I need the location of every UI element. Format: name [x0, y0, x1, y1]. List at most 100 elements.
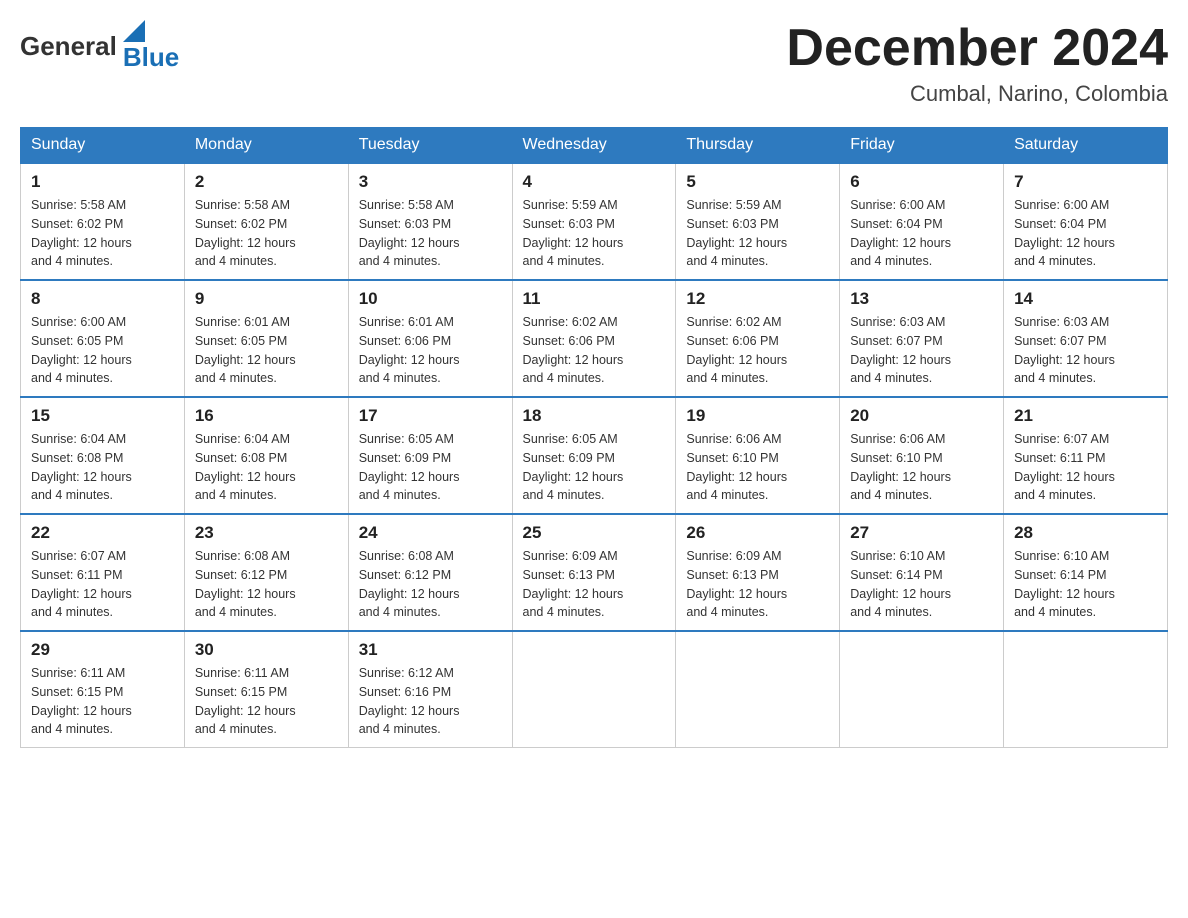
day-number: 22 [31, 523, 174, 543]
calendar-day-cell: 9Sunrise: 6:01 AMSunset: 6:05 PMDaylight… [184, 280, 348, 397]
day-info: Sunrise: 6:00 AMSunset: 6:04 PMDaylight:… [1014, 196, 1157, 271]
day-of-week-header: Thursday [676, 128, 840, 164]
day-number: 4 [523, 172, 666, 192]
day-info: Sunrise: 6:04 AMSunset: 6:08 PMDaylight:… [31, 430, 174, 505]
day-info: Sunrise: 5:59 AMSunset: 6:03 PMDaylight:… [686, 196, 829, 271]
day-number: 18 [523, 406, 666, 426]
calendar-table: SundayMondayTuesdayWednesdayThursdayFrid… [20, 127, 1168, 748]
calendar-day-cell: 4 Sunrise: 5:59 AMSunset: 6:03 PMDaylight… [512, 163, 676, 280]
day-number: 25 [523, 523, 666, 543]
day-number: 17 [359, 406, 502, 426]
day-info: Sunrise: 6:06 AMSunset: 6:10 PMDaylight:… [850, 430, 993, 505]
day-of-week-header: Friday [840, 128, 1004, 164]
day-info: Sunrise: 6:02 AMSunset: 6:06 PMDaylight:… [523, 313, 666, 388]
day-of-week-header: Wednesday [512, 128, 676, 164]
logo-blue-text: Blue [123, 42, 179, 73]
page-header: General Blue December 2024 Cumbal, Narin… [20, 20, 1168, 107]
calendar-day-cell [1004, 631, 1168, 748]
calendar-day-cell: 23Sunrise: 6:08 AMSunset: 6:12 PMDayligh… [184, 514, 348, 631]
day-number: 11 [523, 289, 666, 309]
day-of-week-header: Saturday [1004, 128, 1168, 164]
day-info: Sunrise: 6:01 AMSunset: 6:06 PMDaylight:… [359, 313, 502, 388]
day-number: 2 [195, 172, 338, 192]
day-number: 5 [686, 172, 829, 192]
calendar-day-cell: 15 Sunrise: 6:04 AMSunset: 6:08 PMDayligh… [21, 397, 185, 514]
calendar-header-row: SundayMondayTuesdayWednesdayThursdayFrid… [21, 128, 1168, 164]
day-info: Sunrise: 6:00 AMSunset: 6:05 PMDaylight:… [31, 313, 174, 388]
calendar-day-cell: 8 Sunrise: 6:00 AMSunset: 6:05 PMDaylight… [21, 280, 185, 397]
calendar-day-cell: 14 Sunrise: 6:03 AMSunset: 6:07 PMDayligh… [1004, 280, 1168, 397]
calendar-day-cell: 7 Sunrise: 6:00 AMSunset: 6:04 PMDaylight… [1004, 163, 1168, 280]
calendar-day-cell [512, 631, 676, 748]
day-number: 1 [31, 172, 174, 192]
day-number: 12 [686, 289, 829, 309]
day-number: 7 [1014, 172, 1157, 192]
calendar-day-cell [840, 631, 1004, 748]
day-info: Sunrise: 6:03 AMSunset: 6:07 PMDaylight:… [1014, 313, 1157, 388]
day-number: 14 [1014, 289, 1157, 309]
day-number: 15 [31, 406, 174, 426]
day-info: Sunrise: 6:10 AMSunset: 6:14 PMDaylight:… [850, 547, 993, 622]
calendar-day-cell: 1 Sunrise: 5:58 AMSunset: 6:02 PMDaylight… [21, 163, 185, 280]
day-info: Sunrise: 5:58 AMSunset: 6:02 PMDaylight:… [31, 196, 174, 271]
calendar-week-row: 22 Sunrise: 6:07 AMSunset: 6:11 PMDayligh… [21, 514, 1168, 631]
calendar-day-cell: 6Sunrise: 6:00 AMSunset: 6:04 PMDaylight… [840, 163, 1004, 280]
calendar-day-cell: 31 Sunrise: 6:12 AMSunset: 6:16 PMDayligh… [348, 631, 512, 748]
day-number: 28 [1014, 523, 1157, 543]
day-number: 27 [850, 523, 993, 543]
day-info: Sunrise: 6:09 AMSunset: 6:13 PMDaylight:… [686, 547, 829, 622]
calendar-week-row: 1 Sunrise: 5:58 AMSunset: 6:02 PMDaylight… [21, 163, 1168, 280]
calendar-day-cell: 16Sunrise: 6:04 AMSunset: 6:08 PMDayligh… [184, 397, 348, 514]
month-title: December 2024 [786, 20, 1168, 77]
calendar-day-cell: 13Sunrise: 6:03 AMSunset: 6:07 PMDayligh… [840, 280, 1004, 397]
day-info: Sunrise: 6:05 AMSunset: 6:09 PMDaylight:… [523, 430, 666, 505]
day-number: 19 [686, 406, 829, 426]
calendar-day-cell: 2Sunrise: 5:58 AMSunset: 6:02 PMDaylight… [184, 163, 348, 280]
day-info: Sunrise: 6:01 AMSunset: 6:05 PMDaylight:… [195, 313, 338, 388]
day-info: Sunrise: 6:12 AMSunset: 6:16 PMDaylight:… [359, 664, 502, 739]
day-of-week-header: Sunday [21, 128, 185, 164]
day-info: Sunrise: 5:59 AMSunset: 6:03 PMDaylight:… [523, 196, 666, 271]
title-area: December 2024 Cumbal, Narino, Colombia [786, 20, 1168, 107]
day-info: Sunrise: 6:06 AMSunset: 6:10 PMDaylight:… [686, 430, 829, 505]
day-info: Sunrise: 6:02 AMSunset: 6:06 PMDaylight:… [686, 313, 829, 388]
calendar-day-cell: 5 Sunrise: 5:59 AMSunset: 6:03 PMDaylight… [676, 163, 840, 280]
day-info: Sunrise: 6:03 AMSunset: 6:07 PMDaylight:… [850, 313, 993, 388]
calendar-day-cell: 18 Sunrise: 6:05 AMSunset: 6:09 PMDayligh… [512, 397, 676, 514]
calendar-day-cell: 19 Sunrise: 6:06 AMSunset: 6:10 PMDayligh… [676, 397, 840, 514]
day-number: 16 [195, 406, 338, 426]
calendar-day-cell: 24Sunrise: 6:08 AMSunset: 6:12 PMDayligh… [348, 514, 512, 631]
calendar-week-row: 15 Sunrise: 6:04 AMSunset: 6:08 PMDayligh… [21, 397, 1168, 514]
day-info: Sunrise: 6:08 AMSunset: 6:12 PMDaylight:… [359, 547, 502, 622]
day-number: 21 [1014, 406, 1157, 426]
day-info: Sunrise: 6:00 AMSunset: 6:04 PMDaylight:… [850, 196, 993, 271]
day-number: 20 [850, 406, 993, 426]
calendar-day-cell: 28Sunrise: 6:10 AMSunset: 6:14 PMDayligh… [1004, 514, 1168, 631]
day-of-week-header: Monday [184, 128, 348, 164]
calendar-day-cell: 30 Sunrise: 6:11 AMSunset: 6:15 PMDayligh… [184, 631, 348, 748]
day-number: 23 [195, 523, 338, 543]
location-title: Cumbal, Narino, Colombia [786, 81, 1168, 107]
calendar-day-cell: 22 Sunrise: 6:07 AMSunset: 6:11 PMDayligh… [21, 514, 185, 631]
day-number: 3 [359, 172, 502, 192]
day-info: Sunrise: 6:05 AMSunset: 6:09 PMDaylight:… [359, 430, 502, 505]
calendar-day-cell: 27 Sunrise: 6:10 AMSunset: 6:14 PMDayligh… [840, 514, 1004, 631]
calendar-week-row: 29Sunrise: 6:11 AMSunset: 6:15 PMDayligh… [21, 631, 1168, 748]
calendar-day-cell: 12 Sunrise: 6:02 AMSunset: 6:06 PMDayligh… [676, 280, 840, 397]
day-info: Sunrise: 6:07 AMSunset: 6:11 PMDaylight:… [31, 547, 174, 622]
calendar-day-cell: 25Sunrise: 6:09 AMSunset: 6:13 PMDayligh… [512, 514, 676, 631]
calendar-day-cell [676, 631, 840, 748]
day-number: 30 [195, 640, 338, 660]
day-number: 31 [359, 640, 502, 660]
calendar-day-cell: 10Sunrise: 6:01 AMSunset: 6:06 PMDayligh… [348, 280, 512, 397]
day-number: 8 [31, 289, 174, 309]
day-info: Sunrise: 6:07 AMSunset: 6:11 PMDaylight:… [1014, 430, 1157, 505]
calendar-day-cell: 17 Sunrise: 6:05 AMSunset: 6:09 PMDayligh… [348, 397, 512, 514]
day-info: Sunrise: 5:58 AMSunset: 6:03 PMDaylight:… [359, 196, 502, 271]
logo-triangle-icon [123, 20, 145, 42]
day-info: Sunrise: 6:11 AMSunset: 6:15 PMDaylight:… [195, 664, 338, 739]
calendar-day-cell: 11 Sunrise: 6:02 AMSunset: 6:06 PMDayligh… [512, 280, 676, 397]
logo-general-text: General [20, 31, 117, 62]
day-info: Sunrise: 6:11 AMSunset: 6:15 PMDaylight:… [31, 664, 174, 739]
day-number: 26 [686, 523, 829, 543]
